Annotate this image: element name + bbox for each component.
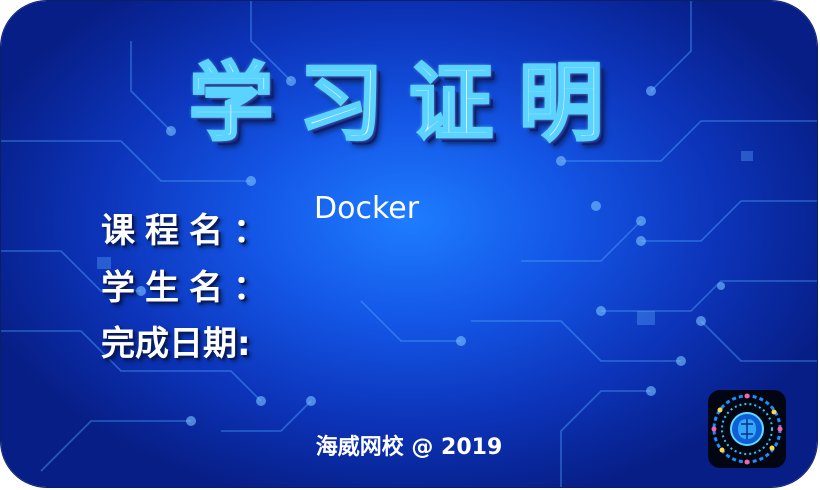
certificate-title: 学习证明 — [187, 53, 629, 154]
course-name-value: Docker — [314, 191, 420, 226]
footer-school-year: 海威网校 @ 2019 — [315, 435, 503, 460]
student-name-label: 学生名： — [101, 268, 277, 308]
brain-circuit-logo-icon — [708, 390, 786, 468]
course-name-label: 课程名： — [101, 211, 277, 251]
certificate-card: 学习证明 课程名： Docker 学生名： 完成日期: 海威网校 @ 2019 — [1, 1, 817, 487]
completion-date-label: 完成日期: — [101, 324, 251, 364]
